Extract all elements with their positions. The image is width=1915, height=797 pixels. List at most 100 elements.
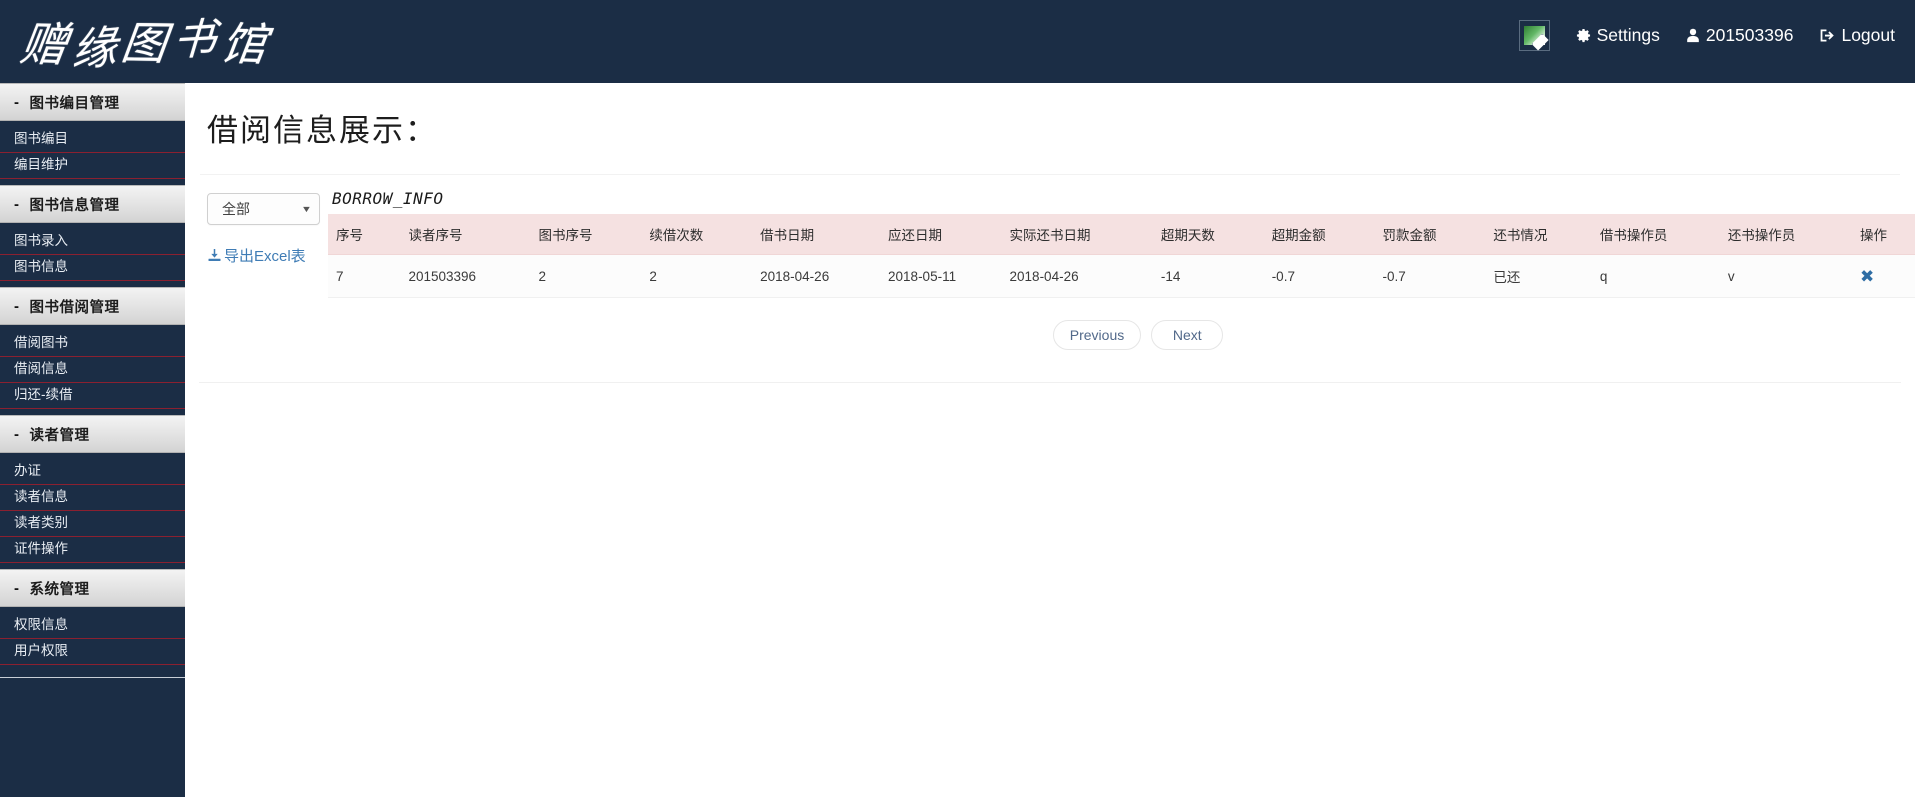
next-page-button[interactable]: Next [1151,320,1223,350]
cell-index: 7 [328,255,400,298]
cell-fine-amount: -0.7 [1375,255,1486,298]
top-header-bar: 赠缘图书馆 Settings 201503396 [0,0,1915,83]
col-header-overdue-days[interactable]: 超期天数 [1153,214,1264,255]
sidebar-item-card-operations[interactable]: 证件操作 [0,537,185,563]
content-bottom-divider [199,382,1901,383]
sidebar-item-issue-card[interactable]: 办证 [0,459,185,485]
collapse-minus-icon: - [14,94,20,111]
cell-return-operator: v [1720,255,1852,298]
collapse-minus-icon: - [14,426,20,443]
sidebar-item-permission-info[interactable]: 权限信息 [0,613,185,639]
col-header-return-status[interactable]: 还书情况 [1485,214,1592,255]
col-header-return-operator[interactable]: 还书操作员 [1720,214,1852,255]
col-header-due-date[interactable]: 应还日期 [880,214,1002,255]
sidebar-group-header-book-info[interactable]: - 图书信息管理 [0,185,185,223]
sidebar-item-catalog-maintenance[interactable]: 编目维护 [0,153,185,179]
sidebar-group-label: 系统管理 [30,578,90,599]
brand-char-5: 馆 [218,7,277,74]
col-header-book-id[interactable]: 图书序号 [530,214,641,255]
cell-borrow-operator: q [1592,255,1720,298]
user-account-link[interactable]: 201503396 [1686,25,1794,46]
cell-due-date: 2018-05-11 [880,255,1002,298]
cell-actions: ✖ [1852,255,1915,298]
settings-link[interactable]: Settings [1576,25,1660,46]
username-label: 201503396 [1706,25,1794,46]
top-nav: Settings 201503396 Logout [1519,0,1895,70]
sidebar-item-borrow-book[interactable]: 借阅图书 [0,331,185,357]
user-icon [1686,28,1700,43]
brand-char-3: 图 [118,6,176,72]
collapse-minus-icon: - [14,298,20,315]
col-header-fine-amount[interactable]: 罚款金额 [1375,214,1486,255]
sidebar-group-header-borrowing[interactable]: - 图书借阅管理 [0,287,185,325]
brand-char-1: 赠 [17,5,78,74]
settings-label: Settings [1597,25,1660,46]
export-excel-label: 导出Excel表 [224,248,306,265]
col-header-index[interactable]: 序号 [328,214,400,255]
sidebar-group-body-book-info: 图书录入 图书信息 [0,223,185,287]
sidebar-item-reader-category[interactable]: 读者类别 [0,511,185,537]
sidebar-group-body-system: 权限信息 用户权限 [0,607,185,671]
left-tools-column: 全部 ▼ 导出Excel表 [185,189,328,268]
col-header-borrow-date[interactable]: 借书日期 [752,214,880,255]
cell-actual-return-date: 2018-04-26 [1002,255,1153,298]
table-body: 7 201503396 2 2 2018-04-26 2018-05-11 20… [328,255,1915,298]
table-row: 7 201503396 2 2 2018-04-26 2018-05-11 20… [328,255,1915,298]
previous-page-button[interactable]: Previous [1053,320,1141,350]
download-icon [207,248,222,268]
sidebar-group-label: 图书借阅管理 [30,296,120,317]
col-header-actions[interactable]: 操作 [1852,214,1915,255]
sidebar-item-return-renew[interactable]: 归还-续借 [0,383,185,409]
table-head: 序号 读者序号 图书序号 续借次数 借书日期 应还日期 实际还书日期 超期天数 … [328,214,1915,255]
cell-renew-count: 2 [641,255,752,298]
sidebar-group-header-system[interactable]: - 系统管理 [0,569,185,607]
site-logo-brand[interactable]: 赠缘图书馆 [19,1,276,78]
cell-book-id: 2 [530,255,641,298]
export-excel-link[interactable]: 导出Excel表 [207,247,307,268]
sidebar-item-book-information[interactable]: 图书信息 [0,255,185,281]
cell-overdue-days: -14 [1153,255,1264,298]
sidebar-group-body-borrowing: 借阅图书 借阅信息 归还-续借 [0,325,185,415]
sidebar-group-body-readers: 办证 读者信息 读者类别 证件操作 [0,453,185,569]
col-header-actual-return-date[interactable]: 实际还书日期 [1002,214,1153,255]
col-header-reader-id[interactable]: 读者序号 [400,214,530,255]
delete-row-icon[interactable]: ✖ [1860,268,1874,285]
sidebar-bottom-divider [0,677,185,678]
sidebar-nav: - 图书编目管理 图书编目 编目维护 - 图书信息管理 图书录入 图书信息 - … [0,83,185,797]
sidebar-item-borrow-info[interactable]: 借阅信息 [0,357,185,383]
logout-label: Logout [1841,25,1895,46]
sidebar-item-book-entry[interactable]: 图书录入 [0,229,185,255]
filter-select[interactable]: 全部 ▼ [207,193,320,225]
sidebar-group-label: 图书编目管理 [30,92,120,113]
cell-return-status: 已还 [1485,255,1592,298]
sidebar-item-reader-info[interactable]: 读者信息 [0,485,185,511]
sidebar-item-book-catalog[interactable]: 图书编目 [0,127,185,153]
borrow-info-table: 序号 读者序号 图书序号 续借次数 借书日期 应还日期 实际还书日期 超期天数 … [328,214,1915,298]
sidebar-group-header-readers[interactable]: - 读者管理 [0,415,185,453]
brand-char-2: 缘 [71,9,122,78]
sidebar-group-label: 图书信息管理 [30,194,120,215]
chevron-down-icon: ▼ [301,204,312,214]
main-content: 借阅信息展示： 全部 ▼ 导出Excel表 BORROW_INFO [185,83,1915,797]
collapse-minus-icon: - [14,580,20,597]
filter-select-value: 全部 [222,199,302,219]
table-column: BORROW_INFO 序号 读者序号 图书序号 续借次数 借书日期 应还日 [328,189,1915,350]
cell-borrow-date: 2018-04-26 [752,255,880,298]
sidebar-item-user-permission[interactable]: 用户权限 [0,639,185,665]
table-caption: BORROW_INFO [328,189,1915,208]
gear-icon [1576,28,1591,43]
pagination: Previous Next [328,320,1915,350]
page-title: 借阅信息展示： [185,83,1915,150]
col-header-renew-count[interactable]: 续借次数 [641,214,752,255]
col-header-borrow-operator[interactable]: 借书操作员 [1592,214,1720,255]
broken-image-icon [1519,20,1550,51]
col-header-overdue-amount[interactable]: 超期金额 [1264,214,1375,255]
cell-reader-id: 201503396 [400,255,530,298]
sidebar-group-header-cataloging[interactable]: - 图书编目管理 [0,83,185,121]
collapse-minus-icon: - [14,196,20,213]
table-header-row: 序号 读者序号 图书序号 续借次数 借书日期 应还日期 实际还书日期 超期天数 … [328,214,1915,255]
content-row: 全部 ▼ 导出Excel表 BORROW_INFO [185,175,1915,350]
logout-link[interactable]: Logout [1819,25,1895,46]
sidebar-group-body-cataloging: 图书编目 编目维护 [0,121,185,185]
sidebar-group-label: 读者管理 [30,424,90,445]
